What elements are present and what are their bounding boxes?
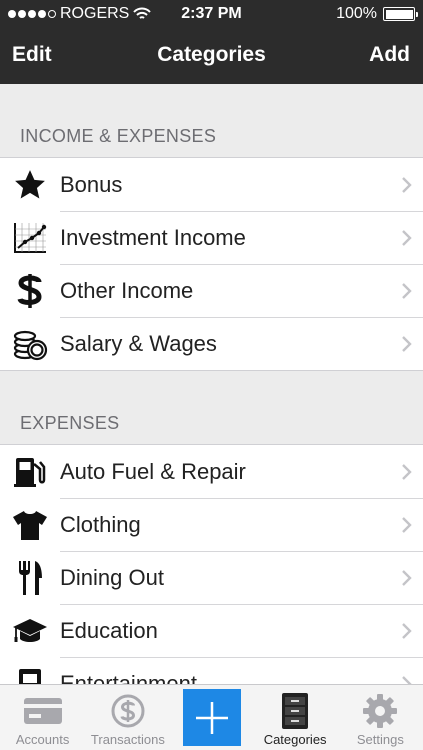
category-label: Investment Income [60,224,246,250]
category-row-investment-income[interactable]: Investment Income [0,211,423,264]
line-chart-icon [0,221,60,255]
utensils-icon [0,560,60,596]
section-header-expenses: EXPENSES [20,413,120,433]
tab-bar: Accounts Transactions Categories Setting… [0,684,423,750]
category-label: Other Income [60,277,194,303]
add-transaction-button[interactable] [182,689,241,746]
dollar-circle-icon [111,690,145,732]
chevron-right-icon [391,622,423,640]
chevron-right-icon [391,229,423,247]
status-left: ROGERS [8,5,336,23]
edit-button[interactable]: Edit [12,43,52,67]
film-icon [0,667,60,684]
coins-icon [0,327,60,361]
star-icon [0,168,60,202]
category-row-clothing[interactable]: Clothing [0,498,423,551]
category-row-bonus[interactable]: Bonus [0,158,423,211]
category-row-entertainment[interactable]: Entertainment [0,657,423,684]
tab-transactions[interactable]: Transactions [85,685,170,750]
fuel-pump-icon [0,455,60,489]
tab-label: Accounts [15,732,70,747]
battery-icon [383,7,418,21]
category-label: Education [60,617,158,643]
categories-list[interactable]: INCOME & EXPENSES Bonus Investment Incom… [0,84,423,684]
category-row-salary-wages[interactable]: Salary & Wages [0,317,423,370]
chevron-right-icon [391,516,423,534]
tab-label: Settings [356,732,404,747]
tab-settings[interactable]: Settings [338,685,423,750]
chevron-right-icon [391,675,423,684]
section-header-income: INCOME & EXPENSES [20,126,217,146]
expenses-section: Auto Fuel & Repair Clothing Dining Out E… [0,444,423,684]
chevron-right-icon [391,569,423,587]
chevron-right-icon [391,282,423,300]
add-button[interactable]: Add [369,43,410,67]
wifi-icon [133,7,152,19]
category-row-other-income[interactable]: Other Income [0,264,423,317]
dollar-icon [0,273,60,309]
carrier-name: ROGERS [60,5,130,22]
gear-icon [362,690,398,732]
credit-card-icon [23,690,63,732]
category-label: Clothing [60,511,141,537]
category-row-dining-out[interactable]: Dining Out [0,551,423,604]
tab-categories[interactable]: Categories [253,685,338,750]
status-right: 100% [336,5,418,23]
chevron-right-icon [391,463,423,481]
signal-strength-icon [8,10,56,18]
category-label: Salary & Wages [60,330,217,356]
category-label: Bonus [60,171,123,197]
plus-icon [194,697,230,739]
battery-percent: 100% [336,5,377,22]
navigation-bar: Edit Categories Add [0,28,423,84]
graduation-cap-icon [0,616,60,646]
category-label: Entertainment [60,670,197,685]
tab-label: Transactions [90,732,165,747]
category-label: Dining Out [60,564,164,590]
income-section: Bonus Investment Income Other Income Sal… [0,157,423,371]
tab-accounts[interactable]: Accounts [0,685,85,750]
category-label: Auto Fuel & Repair [60,458,246,484]
status-bar: ROGERS 2:37 PM 100% [0,0,423,28]
chevron-right-icon [391,335,423,353]
tshirt-icon [0,509,60,541]
tab-label: Categories [263,732,327,747]
category-row-auto-fuel[interactable]: Auto Fuel & Repair [0,445,423,498]
page-title: Categories [157,43,266,66]
category-row-education[interactable]: Education [0,604,423,657]
cabinet-icon [280,690,310,732]
chevron-right-icon [391,176,423,194]
